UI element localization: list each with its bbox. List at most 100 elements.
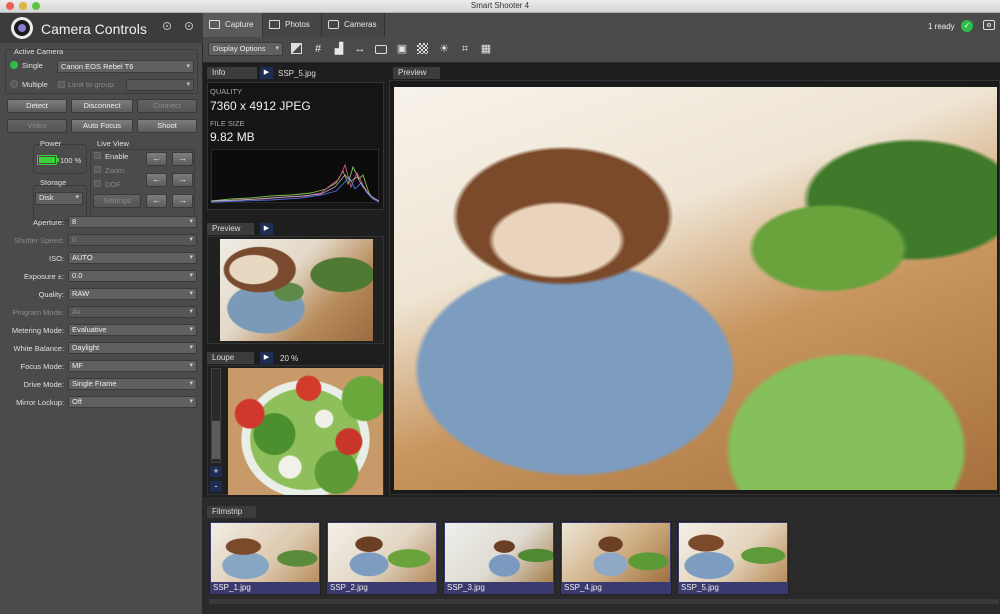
filmstrip-item[interactable]: SSP_2.jpg [326,521,438,595]
limit-to-group-checkbox[interactable] [58,81,65,88]
property-select[interactable]: Single Frame [68,378,197,390]
filmstrip-thumbnail [211,523,319,582]
multiple-label: Multiple [22,80,48,89]
filmstrip-item[interactable]: SSP_4.jpg [560,521,672,595]
panel-settings-icon[interactable] [163,22,171,30]
group-select[interactable] [126,79,194,91]
limit-to-group-label: Limit to group: [68,80,116,89]
property-select[interactable]: MF [68,360,197,372]
property-select[interactable]: 8 [68,216,197,228]
info-filename: SSP_5.jpg [278,69,316,78]
histogram-icon[interactable]: ▟ [332,42,346,56]
multiple-radio[interactable] [10,80,18,88]
filmstrip-label: SSP_1.jpg [213,583,251,592]
filmstrip-scrollbar[interactable] [209,599,999,604]
quality-label: QUALITY [210,87,243,96]
property-select[interactable]: Daylight [68,342,197,354]
lv-arrow-right-3[interactable]: → [172,194,193,208]
camera-properties: Aperture: 8 Shutter Speed: 0 ISO: AUTO Exposur… [0,216,203,416]
property-label: Drive Mode: [23,380,64,389]
storage-select[interactable]: Disk [35,192,83,205]
grid-icon[interactable]: # [311,42,325,56]
window-title: Smart Shooter 4 [470,1,530,10]
storage-label: Storage [40,178,67,187]
property-select[interactable]: RAW [68,288,197,300]
filmstrip-header: Filmstrip [207,506,256,518]
display-options-select[interactable]: Display Options [208,42,283,56]
connect-button[interactable]: Connect [137,99,197,113]
loupe-header: Loupe [207,352,254,364]
detect-button[interactable]: Detect [7,99,67,113]
preview-small-header: Preview [207,223,254,235]
snapshot-icon[interactable] [983,20,995,30]
filmstrip-items: SSP_1.jpg SSP_2.jpg SSP_3.jpg SSP_4.jpg SSP_… [209,521,999,599]
info-play-button[interactable]: ▶ [260,67,273,79]
lv-arrow-right-2[interactable]: → [172,173,193,187]
loupe-zoom-slider-thumb[interactable] [212,421,220,459]
loupe-zoom-out-button[interactable]: - [210,481,222,492]
tab-capture[interactable]: Capture [203,13,263,37]
property-label: Mirror Lockup: [16,398,64,407]
single-camera-select[interactable]: Canon EOS Rebel T6 [57,60,194,73]
filmstrip-label: SSP_5.jpg [681,583,719,592]
enable-label: Enable [105,152,129,161]
property-label: Exposure ±: [24,272,64,281]
video-button[interactable]: Video [7,119,67,133]
info-header: Info [207,67,257,79]
loupe-play-button[interactable]: ▶ [260,352,273,364]
loupe-zoom-slider[interactable] [211,368,221,463]
property-label: Aperture: [33,218,64,227]
lv-arrow-left-3[interactable]: ← [146,194,167,208]
tab-cameras[interactable]: Cameras [322,13,385,37]
info-pane: QUALITY 7360 x 4912 JPEG FILE SIZE 9.82 … [207,82,384,210]
exposure-icon[interactable] [290,42,304,56]
auto-focus-button[interactable]: Auto Focus [71,119,133,133]
disconnect-button[interactable]: Disconnect [71,99,133,113]
panel-close-icon[interactable] [185,22,193,30]
lv-arrow-right-1[interactable]: → [172,152,193,166]
tab-photos[interactable]: Photos [263,13,322,37]
enable-checkbox[interactable] [94,152,101,159]
power-value: 100 % [60,156,82,165]
crop-icon[interactable]: ⌗ [458,42,472,56]
camera-logo-icon [11,17,33,39]
property-select[interactable]: Off [68,396,197,408]
property-label: Metering Mode: [11,326,64,335]
camera-icon[interactable] [374,42,388,56]
filmstrip-thumbnail [679,523,787,582]
property-label: White Balance: [13,344,64,353]
preview-small-play-button[interactable]: ▶ [260,223,273,235]
zoom-checkbox[interactable] [94,166,101,173]
battery-icon [37,155,57,165]
property-select[interactable]: Evaluative [68,324,197,336]
loupe-zoom-in-button[interactable]: + [210,466,222,477]
loupe-photo [228,368,383,495]
qr-icon[interactable]: ▦ [479,42,493,56]
ready-status: 1 ready [928,22,955,31]
lv-arrow-left-2[interactable]: ← [146,173,167,187]
filmstrip-item[interactable]: SSP_5.jpg [677,521,789,595]
preview-small-photo [220,239,373,341]
preview-main-photo [394,87,997,490]
property-select[interactable]: 0 [68,234,197,246]
live-view-settings-button[interactable]: Settings [93,194,141,208]
zoom-label: Zoom [105,166,125,175]
filmstrip-item[interactable]: SSP_1.jpg [209,521,321,595]
sun-icon[interactable]: ☀ [437,42,451,56]
shoot-button[interactable]: Shoot [137,119,197,133]
photos-icon [269,20,280,29]
property-select[interactable]: Av [68,306,197,318]
single-radio[interactable] [10,61,18,69]
filmstrip-item[interactable]: SSP_3.jpg [443,521,555,595]
property-label: Shutter Speed: [13,236,64,245]
quality-value: 7360 x 4912 JPEG [210,99,311,113]
overlay-icon[interactable]: ▣ [395,42,409,56]
filesize-value: 9.82 MB [210,130,255,144]
stretch-icon[interactable]: ↔ [353,42,367,56]
property-select[interactable]: AUTO [68,252,197,264]
property-select[interactable]: 0.0 [68,270,197,282]
lv-arrow-left-1[interactable]: ← [146,152,167,166]
camera-controls-header: Camera Controls [0,13,203,43]
checker-icon[interactable] [416,42,430,56]
dof-checkbox[interactable] [94,180,101,187]
